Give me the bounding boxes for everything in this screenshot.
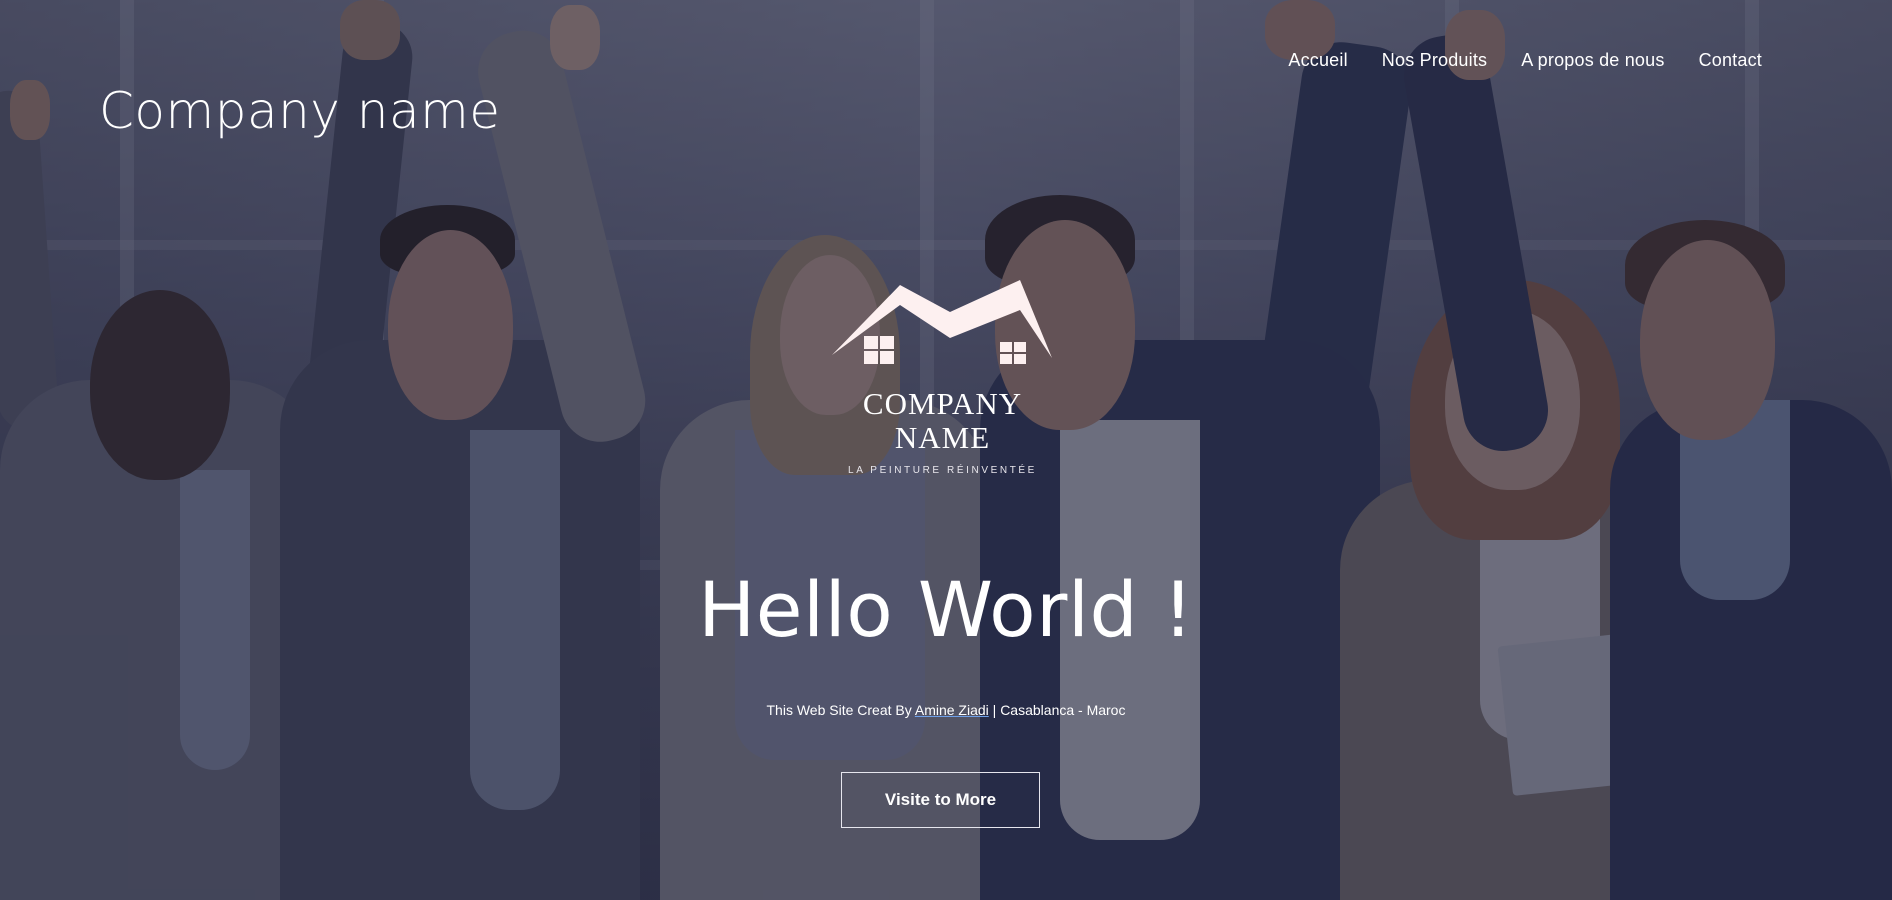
- brand-name[interactable]: Company name: [99, 82, 501, 140]
- nav-item-accueil[interactable]: Accueil: [1288, 50, 1347, 71]
- credit-suffix: | Casablanca - Maroc: [988, 702, 1126, 718]
- hero-title: Hello World !: [698, 565, 1194, 654]
- hero-credit: This Web Site Creat By Amine Ziadi | Cas…: [0, 702, 1892, 718]
- main-nav: Accueil Nos Produits A propos de nous Co…: [1288, 50, 1762, 71]
- nav-item-a-propos[interactable]: A propos de nous: [1521, 50, 1664, 71]
- visit-more-button[interactable]: Visite to More: [841, 772, 1040, 828]
- company-logo: COMPANY NAME LA PEINTURE RÉINVENTÉE: [830, 280, 1055, 500]
- logo-text-line1: COMPANY: [862, 386, 1023, 421]
- house-roof-icon: [832, 280, 1052, 364]
- logo-text-line2: NAME: [894, 420, 991, 455]
- nav-item-contact[interactable]: Contact: [1699, 50, 1762, 71]
- nav-item-nos-produits[interactable]: Nos Produits: [1382, 50, 1487, 71]
- credit-prefix: This Web Site Creat By: [766, 702, 915, 718]
- author-link[interactable]: Amine Ziadi: [915, 702, 989, 718]
- logo-tagline: LA PEINTURE RÉINVENTÉE: [848, 465, 1037, 476]
